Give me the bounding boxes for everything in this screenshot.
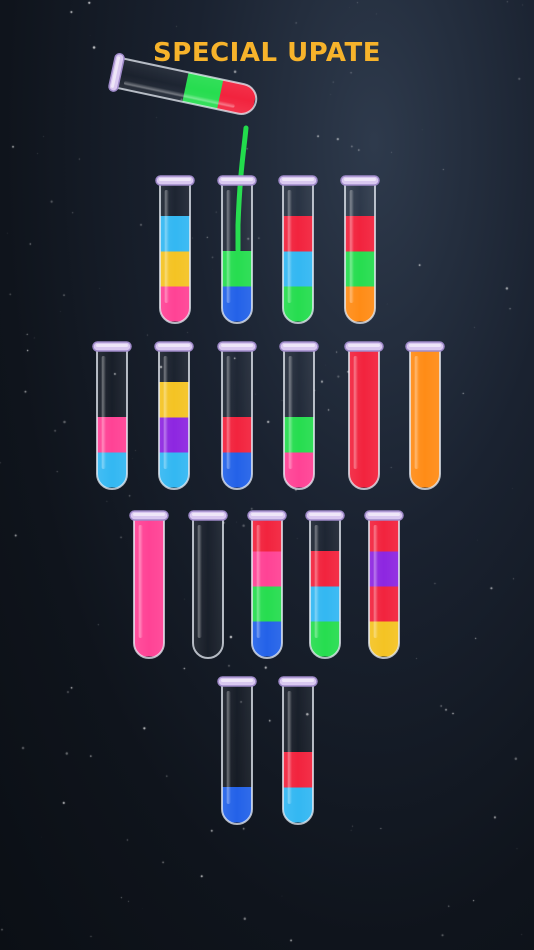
tube-6[interactable] xyxy=(154,341,194,490)
tube-13[interactable] xyxy=(247,481,287,659)
tube-17[interactable] xyxy=(278,676,318,825)
tube-2[interactable] xyxy=(217,175,257,324)
tube-12[interactable] xyxy=(188,510,228,659)
tube-1[interactable] xyxy=(155,175,195,324)
tube-14[interactable] xyxy=(305,510,345,659)
tube-16[interactable] xyxy=(217,676,257,825)
pouring-tube[interactable] xyxy=(108,52,260,121)
tube-7[interactable] xyxy=(217,341,257,490)
tube-5[interactable] xyxy=(92,341,132,490)
tube-9[interactable] xyxy=(344,341,384,490)
tube-15[interactable] xyxy=(364,481,404,659)
tube-4[interactable] xyxy=(340,175,380,324)
tube-3[interactable] xyxy=(278,175,318,324)
tube-10[interactable] xyxy=(405,341,445,490)
game-board xyxy=(92,52,445,825)
tube-11[interactable] xyxy=(129,510,169,659)
tube-8[interactable] xyxy=(279,341,319,490)
